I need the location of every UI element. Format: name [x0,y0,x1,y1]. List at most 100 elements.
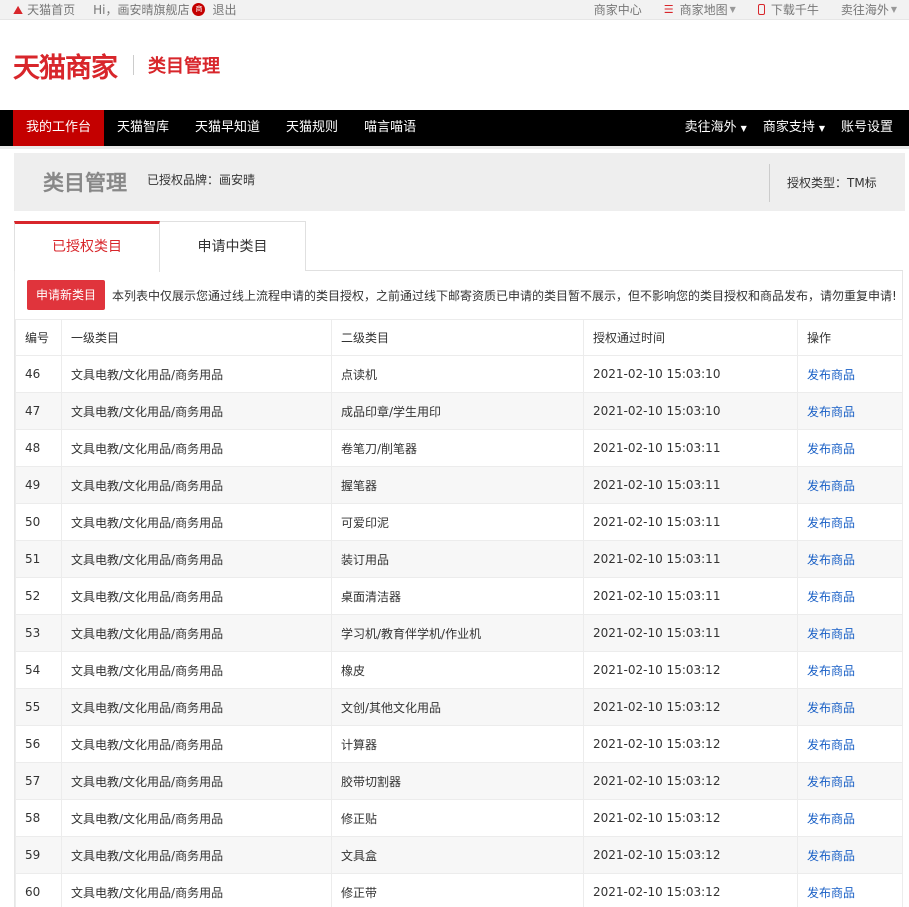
nav-my-workbench[interactable]: 我的工作台 [13,110,105,146]
list-icon: ☰ [663,3,674,16]
header-approved-time: 授权通过时间 [583,319,798,356]
table-row: 46 文具电教/文化用品/商务用品 点读机 2021-02-10 15:03:10 发布… [15,355,903,393]
publish-product-link[interactable]: 发布商品 [797,873,903,907]
tab-pending-categories[interactable]: 申请中类目 [160,221,306,271]
nav-tmall-zaozhidao[interactable]: 天猫早知道 [182,110,273,146]
cell-id: 57 [15,762,62,800]
download-qianniu-label: 下载千牛 [770,3,819,17]
cell-level1: 文具电教/文化用品/商务用品 [61,392,332,430]
cell-level1: 文具电教/文化用品/商务用品 [61,836,332,874]
cell-level1: 文具电教/文化用品/商务用品 [61,466,332,504]
cell-approved-time: 2021-02-10 15:03:11 [583,429,798,467]
table-row: 51 文具电教/文化用品/商务用品 装订用品 2021-02-10 15:03:11 发… [15,540,903,578]
cell-approved-time: 2021-02-10 15:03:12 [583,799,798,837]
table-row: 54 文具电教/文化用品/商务用品 橡皮 2021-02-10 15:03:12 发布商… [15,651,903,689]
nav-account-settings[interactable]: 账号设置 [833,110,901,146]
cell-level2: 握笔器 [331,466,584,504]
chevron-down-icon: ▼ [818,124,825,133]
chevron-down-icon: ▼ [740,124,747,133]
publish-product-link[interactable]: 发布商品 [797,762,903,800]
publish-product-link[interactable]: 发布商品 [797,355,903,393]
cell-level2: 点读机 [331,355,584,393]
merchant-center-label: 商家中心 [593,3,642,17]
cell-level2: 成品印章/学生用印 [331,392,584,430]
nav-merchant-support-label: 商家支持 [762,120,815,135]
table-body: 46 文具电教/文化用品/商务用品 点读机 2021-02-10 15:03:10 发布… [15,355,903,907]
cell-level1: 文具电教/文化用品/商务用品 [61,429,332,467]
publish-product-link[interactable]: 发布商品 [797,429,903,467]
merchant-center-link[interactable]: 商家中心 [594,1,642,18]
cell-approved-time: 2021-02-10 15:03:11 [583,614,798,652]
banner-title: 类目管理 [43,171,127,195]
cell-level1: 文具电教/文化用品/商务用品 [61,873,332,907]
nav-sell-overseas[interactable]: 卖往海外 ▼ [677,110,755,146]
banner-divider [769,164,770,202]
publish-product-link[interactable]: 发布商品 [797,651,903,689]
cell-id: 56 [15,725,62,763]
table-row: 59 文具电教/文化用品/商务用品 文具盒 2021-02-10 15:03:12 发布… [15,836,903,874]
nav-sell-overseas-label: 卖往海外 [684,120,737,135]
greeting-text: Hi，画安晴旗舰店 [93,3,190,17]
table-row: 55 文具电教/文化用品/商务用品 文创/其他文化用品 2021-02-10 15:0… [15,688,903,726]
tmall-merchant-logo[interactable]: 天猫商家 [13,46,118,85]
publish-product-link[interactable]: 发布商品 [797,836,903,874]
notice-text: 本列表中仅展示您通过线上流程申请的类目授权，之前通过线下邮寄资质已申请的类目暂不… [112,288,897,303]
top-utility-bar: ⛰ 天猫首页 Hi，画安晴旗舰店 商 退出 商家中心 ☰ 商家地图 ▼ 下载千牛 卖… [0,0,909,20]
apply-new-category-button[interactable]: 申请新类目 [27,280,106,310]
cell-level1: 文具电教/文化用品/商务用品 [61,355,332,393]
tab-authorized-categories[interactable]: 已授权类目 [14,221,160,272]
publish-product-link[interactable]: 发布商品 [797,466,903,504]
publish-product-link[interactable]: 发布商品 [797,688,903,726]
header-level1: 一级类目 [61,319,332,356]
category-tabs: 已授权类目 申请中类目 [14,221,903,272]
home-icon: ⛰ [13,2,24,17]
cell-level1: 文具电教/文化用品/商务用品 [61,577,332,615]
table-row: 52 文具电教/文化用品/商务用品 桌面清洁器 2021-02-10 15:03:11… [15,577,903,615]
publish-product-link[interactable]: 发布商品 [797,799,903,837]
cell-level2: 学习机/教育伴学机/作业机 [331,614,584,652]
merchant-map-link[interactable]: ☰ 商家地图 ▼ [664,1,736,18]
chevron-down-icon: ▼ [729,5,736,14]
cell-id: 60 [15,873,62,907]
header-id: 编号 [15,319,62,356]
cell-id: 59 [15,836,62,874]
table-row: 60 文具电教/文化用品/商务用品 修正带 2021-02-10 15:03:12 发布… [15,873,903,907]
cell-id: 48 [15,429,62,467]
cell-level2: 卷笔刀/削笔器 [331,429,584,467]
tmall-home-link[interactable]: 天猫首页 [27,1,75,18]
cell-id: 51 [15,540,62,578]
cell-level2: 桌面清洁器 [331,577,584,615]
nav-merchant-support[interactable]: 商家支持 ▼ [755,110,833,146]
table-row: 56 文具电教/文化用品/商务用品 计算器 2021-02-10 15:03:12 发布… [15,725,903,763]
header-divider [133,55,134,75]
cell-level2: 胶带切割器 [331,762,584,800]
cell-id: 47 [15,392,62,430]
publish-product-link[interactable]: 发布商品 [797,577,903,615]
notice-bar: 申请新类目 本列表中仅展示您通过线上流程申请的类目授权，之前通过线下邮寄资质已申… [15,271,902,319]
cell-level1: 文具电教/文化用品/商务用品 [61,503,332,541]
nav-tmall-zhiku[interactable]: 天猫智库 [104,110,182,146]
publish-product-link[interactable]: 发布商品 [797,503,903,541]
table-row: 48 文具电教/文化用品/商务用品 卷笔刀/削笔器 2021-02-10 15:03:… [15,429,903,467]
download-qianniu-link[interactable]: 下载千牛 [757,1,819,18]
publish-product-link[interactable]: 发布商品 [797,392,903,430]
main-nav: 我的工作台 天猫智库 天猫早知道 天猫规则 喵言喵语 卖往海外 ▼ 商家支持 ▼ 账… [0,110,909,149]
nav-tmall-rules[interactable]: 天猫规则 [273,110,351,146]
table-row: 50 文具电教/文化用品/商务用品 可爱印泥 2021-02-10 15:03:11 发… [15,503,903,541]
nav-miaoyan[interactable]: 喵言喵语 [351,110,429,146]
cell-level2: 计算器 [331,725,584,763]
sell-overseas-top-label: 卖往海外 [840,3,889,17]
table-row: 49 文具电教/文化用品/商务用品 握笔器 2021-02-10 15:03:11 发布… [15,466,903,504]
publish-product-link[interactable]: 发布商品 [797,725,903,763]
topbar-right: 商家中心 ☰ 商家地图 ▼ 下载千牛 卖往海外 ▼ [572,1,909,18]
cell-approved-time: 2021-02-10 15:03:12 [583,873,798,907]
logout-link[interactable]: 退出 [212,1,236,18]
cell-approved-time: 2021-02-10 15:03:12 [583,725,798,763]
sell-overseas-top-link[interactable]: 卖往海外 ▼ [841,1,897,18]
cell-approved-time: 2021-02-10 15:03:12 [583,688,798,726]
publish-product-link[interactable]: 发布商品 [797,614,903,652]
publish-product-link[interactable]: 发布商品 [797,540,903,578]
cell-level2: 可爱印泥 [331,503,584,541]
cell-level2: 文具盒 [331,836,584,874]
category-content: 申请新类目 本列表中仅展示您通过线上流程申请的类目授权，之前通过线下邮寄资质已申… [14,271,903,907]
